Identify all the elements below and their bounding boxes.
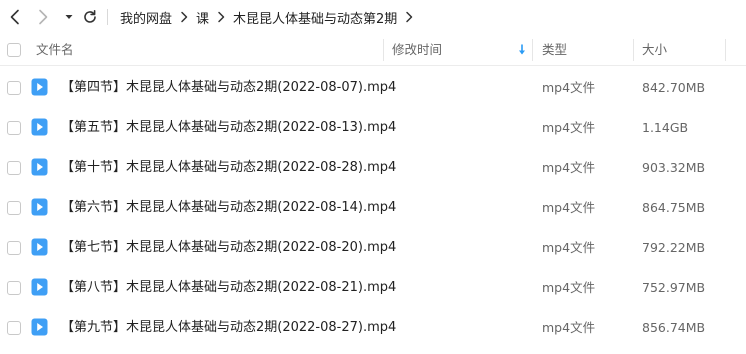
refresh-icon[interactable] [80,7,100,27]
chevron-right-icon [405,11,413,23]
file-size: 842.70MB [642,80,706,95]
toolbar-divider [107,9,108,25]
forward-arrow-icon[interactable] [33,7,53,27]
file-row[interactable]: 【第四节】木昆昆人体基础与动态2期(2022-08-07).mp4 mp4文件 84… [0,66,746,106]
file-row[interactable]: 【第六节】木昆昆人体基础与动态2期(2022-08-14).mp4 mp4文件 86… [0,186,746,226]
file-size: 856.74MB [642,320,706,335]
file-name[interactable]: 【第六节】木昆昆人体基础与动态2期(2022-08-14).mp4 [61,186,396,230]
row-checkbox[interactable] [7,201,21,215]
file-row[interactable]: 【第九节】木昆昆人体基础与动态2期(2022-08-27).mp4 mp4文件 85… [0,306,746,346]
file-type: mp4文件 [542,240,596,255]
file-type: mp4文件 [542,120,596,135]
breadcrumb: 我的网盘 课 木昆昆人体基础与动态第2期 [120,0,421,34]
file-size: 752.97MB [642,280,706,295]
column-divider[interactable] [633,39,634,61]
file-type: mp4文件 [542,160,596,175]
file-row[interactable]: 【第十节】木昆昆人体基础与动态2期(2022-08-28).mp4 mp4文件 90… [0,146,746,186]
video-file-icon [31,318,48,336]
video-file-icon [31,238,48,256]
video-file-icon [31,158,48,176]
column-type[interactable]: 类型 [542,34,567,66]
file-type: mp4文件 [542,80,596,95]
column-header: 文件名 修改时间 类型 大小 [0,34,746,66]
row-checkbox[interactable] [7,121,21,135]
file-row[interactable]: 【第八节】木昆昆人体基础与动态2期(2022-08-21).mp4 mp4文件 75… [0,266,746,306]
sort-descending-icon[interactable] [518,44,526,60]
file-name[interactable]: 【第七节】木昆昆人体基础与动态2期(2022-08-20).mp4 [61,226,396,270]
file-name[interactable]: 【第十节】木昆昆人体基础与动态2期(2022-08-28).mp4 [61,146,396,190]
file-name[interactable]: 【第八节】木昆昆人体基础与动态2期(2022-08-21).mp4 [61,266,396,310]
file-list: 【第四节】木昆昆人体基础与动态2期(2022-08-07).mp4 mp4文件 84… [0,66,746,346]
file-size: 864.75MB [642,200,706,215]
video-file-icon [31,198,48,216]
chevron-right-icon [217,11,225,23]
column-divider[interactable] [383,39,384,61]
video-file-icon [31,278,48,296]
file-row[interactable]: 【第七节】木昆昆人体基础与动态2期(2022-08-20).mp4 mp4文件 79… [0,226,746,266]
file-type: mp4文件 [542,280,596,295]
select-all-checkbox[interactable] [7,43,21,57]
row-checkbox[interactable] [7,81,21,95]
column-modified-time[interactable]: 修改时间 [392,34,442,66]
column-size[interactable]: 大小 [642,34,667,66]
row-checkbox[interactable] [7,161,21,175]
breadcrumb-item-folder[interactable]: 课 [196,8,209,27]
file-name[interactable]: 【第四节】木昆昆人体基础与动态2期(2022-08-07).mp4 [61,66,396,110]
file-row[interactable]: 【第五节】木昆昆人体基础与动态2期(2022-08-13).mp4 mp4文件 1.… [0,106,746,146]
column-divider[interactable] [725,39,726,61]
file-type: mp4文件 [542,200,596,215]
column-name[interactable]: 文件名 [36,34,74,66]
breadcrumb-item-root[interactable]: 我的网盘 [120,8,172,27]
toolbar: 我的网盘 课 木昆昆人体基础与动态第2期 [0,0,746,34]
row-checkbox[interactable] [7,321,21,335]
back-arrow-icon[interactable] [5,7,25,27]
row-checkbox[interactable] [7,281,21,295]
chevron-right-icon [180,11,188,23]
column-divider[interactable] [532,39,533,61]
file-size: 903.32MB [642,160,706,175]
breadcrumb-item-current[interactable]: 木昆昆人体基础与动态第2期 [233,8,397,27]
video-file-icon [31,78,48,96]
file-name[interactable]: 【第五节】木昆昆人体基础与动态2期(2022-08-13).mp4 [61,106,396,150]
file-type: mp4文件 [542,320,596,335]
file-name[interactable]: 【第九节】木昆昆人体基础与动态2期(2022-08-27).mp4 [61,306,396,350]
video-file-icon [31,118,48,136]
row-checkbox[interactable] [7,241,21,255]
history-dropdown-icon[interactable] [59,7,79,27]
file-size: 792.22MB [642,240,706,255]
file-size: 1.14GB [642,120,689,135]
